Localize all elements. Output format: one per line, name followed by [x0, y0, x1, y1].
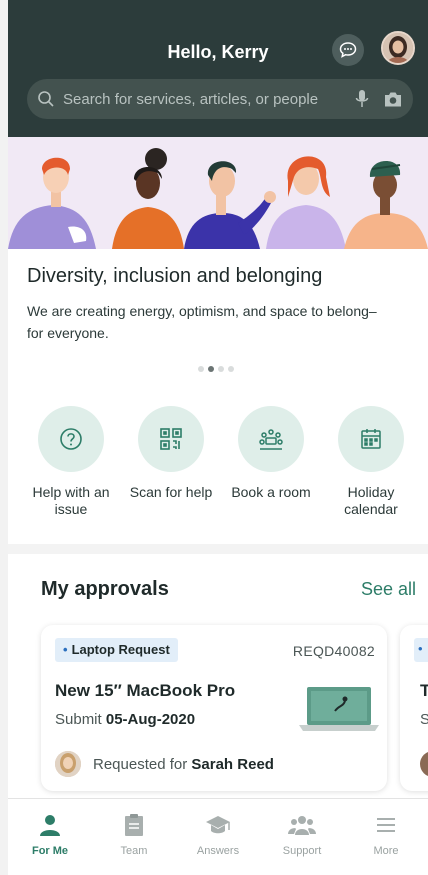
see-all-link[interactable]: See all — [361, 579, 416, 600]
holiday-calendar-button[interactable]: Holiday calendar — [326, 406, 416, 518]
tab-label: More — [373, 845, 399, 857]
action-label: Help with an issue — [32, 484, 110, 517]
graduation-cap-icon — [204, 811, 232, 839]
quick-actions: Help with an issue Scan for help Book a … — [26, 406, 416, 518]
approval-card-next[interactable]: Th Su — [400, 625, 428, 791]
tab-label: For Me — [31, 845, 69, 857]
help-circle-icon — [38, 406, 104, 472]
requester-avatar — [55, 751, 81, 777]
action-label: Book a room — [231, 484, 311, 500]
request-type-badge: Laptop Request — [55, 638, 178, 662]
microphone-icon[interactable] — [355, 89, 369, 109]
chat-bubble-icon[interactable] — [332, 34, 364, 66]
banner-illustration — [8, 137, 428, 249]
request-type-badge — [414, 638, 428, 662]
people-group-icon — [288, 811, 316, 839]
approval-title: Th — [420, 681, 428, 700]
section-divider — [8, 544, 428, 554]
book-a-room-button[interactable]: Book a room — [226, 406, 316, 518]
tab-support[interactable]: Support — [263, 811, 341, 875]
tab-answers[interactable]: Answers — [179, 811, 257, 875]
carousel-dot[interactable] — [218, 366, 224, 372]
header: Hello, Kerry — [8, 0, 428, 137]
clipboard-icon — [120, 811, 148, 839]
requester-avatar — [420, 751, 428, 777]
person-icon — [36, 811, 64, 839]
submit-date-line: Submit 05-Aug-2020 — [55, 711, 195, 728]
app-screen: Hello, Kerry Search for services, articl… — [8, 0, 428, 875]
carousel-dot[interactable] — [228, 366, 234, 372]
banner-title: Diversity, inclusion and belonging — [27, 265, 323, 287]
calendar-icon — [338, 406, 404, 472]
search-bar[interactable] — [27, 79, 413, 119]
carousel-dots[interactable] — [198, 366, 234, 372]
search-input[interactable] — [63, 90, 355, 108]
submit-label: Submit — [55, 711, 102, 728]
meeting-room-icon — [238, 406, 304, 472]
menu-icon — [372, 811, 400, 839]
submit-date-line: Su — [420, 711, 428, 728]
carousel-dot-active[interactable] — [208, 366, 214, 372]
search-icon — [37, 90, 55, 108]
tab-label: Team — [120, 845, 148, 857]
submit-date: 05-Aug-2020 — [105, 711, 196, 728]
tab-label: Answers — [196, 845, 240, 857]
help-with-issue-button[interactable]: Help with an issue — [26, 406, 116, 518]
tab-label: Support — [282, 845, 322, 857]
approval-title: New 15″ MacBook Pro — [55, 681, 236, 700]
tab-more[interactable]: More — [347, 811, 425, 875]
avatar[interactable] — [381, 31, 415, 65]
scan-for-help-button[interactable]: Scan for help — [126, 406, 216, 518]
requested-for-name: Sarah Reed — [191, 756, 274, 773]
banner-text: We are creating energy, optimism, and sp… — [27, 303, 377, 341]
approval-card[interactable]: Laptop Request REQD40082 New 15″ MacBook… — [41, 625, 387, 791]
approvals-title: My approvals — [41, 578, 169, 600]
greeting-text: Hello, Kerry — [167, 42, 269, 62]
camera-icon[interactable] — [383, 91, 403, 108]
qr-code-icon — [138, 406, 204, 472]
action-label: Holiday calendar — [344, 484, 398, 517]
carousel-dot[interactable] — [198, 366, 204, 372]
laptop-icon — [299, 685, 379, 733]
request-id: REQD40082 — [292, 643, 375, 659]
bottom-nav: For Me Team Answers Support More — [8, 798, 428, 875]
tab-for-me[interactable]: For Me — [11, 811, 89, 875]
action-label: Scan for help — [129, 484, 213, 500]
tab-team[interactable]: Team — [95, 811, 173, 875]
requested-for-line: Requested for Sarah Reed — [93, 756, 274, 773]
requested-for-label: Requested for — [93, 756, 188, 773]
